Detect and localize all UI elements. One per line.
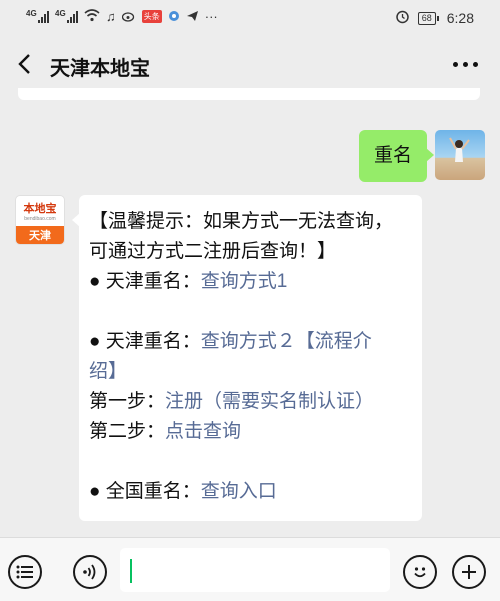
status-bar: 4G 4G ♫ 头条 ··· 68 6:28 <box>0 0 500 34</box>
click-query-link[interactable]: 点击查询 <box>165 421 241 442</box>
list-item: ● 全国重名：查询入口 <box>89 481 277 502</box>
more-icon[interactable] <box>453 62 478 67</box>
more-dots-icon: ··· <box>204 9 218 24</box>
back-icon[interactable] <box>12 50 40 78</box>
text-caret <box>130 559 132 583</box>
user-message-text: 重名 <box>374 145 413 166</box>
telegram-icon <box>186 10 199 24</box>
weibo-icon <box>121 10 136 24</box>
page-title: 天津本地宝 <box>50 58 150 80</box>
tip-line-2: 可通过方式二注册后查询！】 <box>89 241 337 262</box>
message-input[interactable] <box>120 548 390 592</box>
list-item: 第一步：注册（需要实名制认证） <box>89 391 375 412</box>
status-left: 4G 4G ♫ 头条 ··· <box>26 9 218 24</box>
list-item: ● 天津重名：查询方式２【流程介 <box>89 331 372 352</box>
user-avatar[interactable] <box>435 130 485 180</box>
bot-avatar-city: 天津 <box>16 226 64 244</box>
query-method-2-link[interactable]: 查询方式２【流程介 <box>201 331 372 352</box>
user-message-bubble[interactable]: 重名 <box>359 130 435 182</box>
menu-list-icon[interactable] <box>8 555 42 589</box>
register-link[interactable]: 注册（需要实名制认证） <box>165 391 374 412</box>
query-method-1-link[interactable]: 查询方式1 <box>201 271 288 292</box>
battery-level: 68 <box>417 11 436 25</box>
add-icon[interactable] <box>452 555 486 589</box>
status-time: 6:28 <box>446 10 474 26</box>
browser-icon <box>168 10 180 24</box>
status-right: 68 6:28 <box>395 9 474 27</box>
emoji-icon[interactable] <box>403 555 437 589</box>
previous-message-bubble <box>18 88 480 100</box>
input-bar <box>0 537 500 601</box>
music-icon: ♫ <box>106 9 116 24</box>
signal-icon: 4G <box>55 9 78 23</box>
wifi-icon <box>84 9 100 24</box>
list-item: ● 天津重名：查询方式1 <box>89 271 288 292</box>
battery-icon: 68 <box>417 11 439 25</box>
tip-line-1: 【温馨提示：如果方式一无法查询， <box>89 211 394 232</box>
bot-avatar-domain: bendibao.com <box>24 216 56 222</box>
bot-avatar[interactable]: 本地宝 bendibao.com 天津 <box>15 195 65 245</box>
bot-avatar-logo: 本地宝 <box>23 203 57 215</box>
national-query-link[interactable]: 查询入口 <box>201 481 277 502</box>
voice-icon[interactable] <box>73 555 107 589</box>
toutiao-icon: 头条 <box>141 10 162 23</box>
query-method-2-link-cont[interactable]: 绍】 <box>89 361 127 382</box>
list-item: 第二步：点击查询 <box>89 421 242 442</box>
signal-icon: 4G <box>26 9 49 23</box>
alarm-icon <box>395 9 410 27</box>
nav-bar: 天津本地宝 <box>0 34 500 94</box>
bot-message-bubble: 【温馨提示：如果方式一无法查询， 可通过方式二注册后查询！】 ● 天津重名：查询… <box>72 195 422 521</box>
